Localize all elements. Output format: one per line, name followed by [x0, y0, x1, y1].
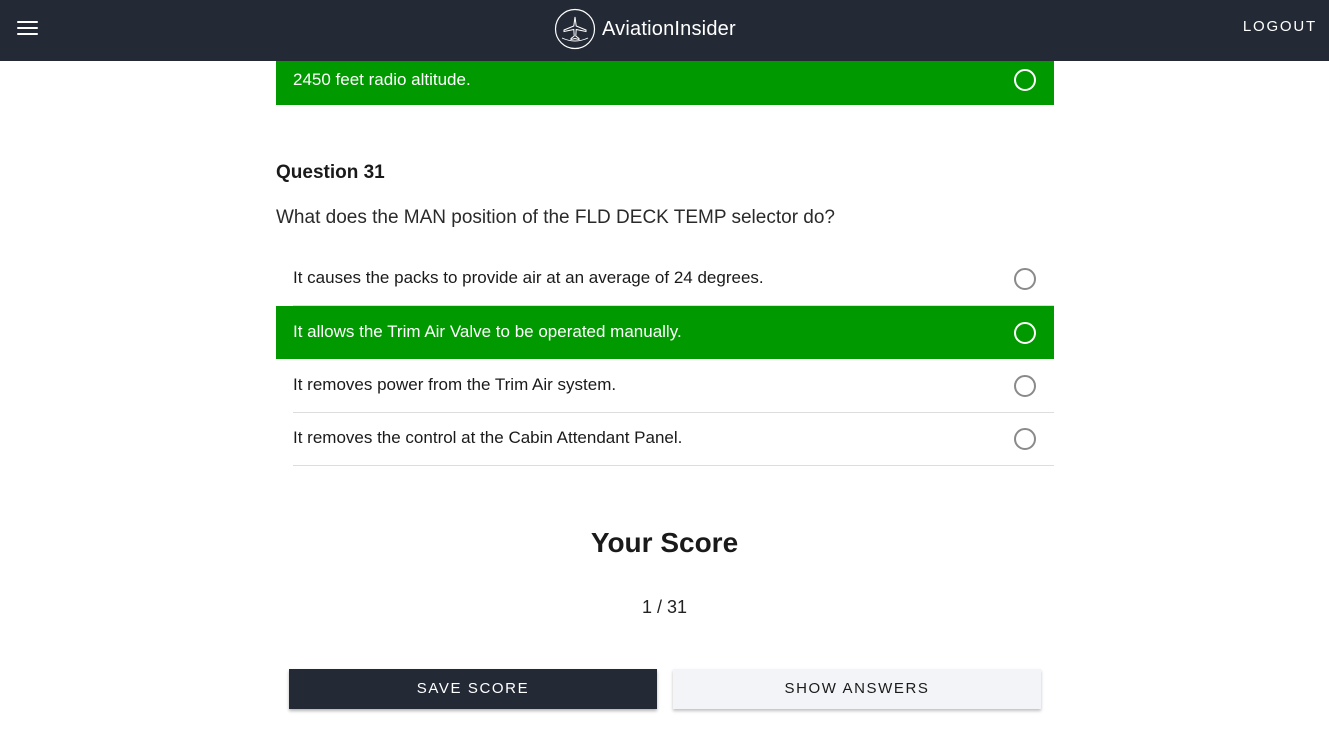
brand-logo[interactable]: AviationInsider: [554, 8, 736, 50]
question-title: Question 31: [276, 162, 385, 183]
option-label: It causes the packs to provide air at an…: [293, 268, 764, 287]
radio-icon: [1014, 375, 1036, 397]
answer-option[interactable]: It removes the control at the Cabin Atte…: [293, 412, 1054, 466]
score-title: Your Score: [590, 527, 739, 558]
answer-option[interactable]: It removes power from the Trim Air syste…: [293, 359, 1054, 413]
question-text: What does the MAN position of the FLD DE…: [276, 207, 835, 228]
logout-button[interactable]: LOGOUT: [1243, 18, 1317, 35]
radio-icon: [1014, 322, 1036, 344]
radio-icon: [1014, 268, 1036, 290]
score-value: 1 / 31: [641, 597, 688, 617]
radio-icon: [1014, 428, 1036, 450]
option-label: It allows the Trim Air Valve to be opera…: [293, 322, 682, 341]
option-label: It removes the control at the Cabin Atte…: [293, 428, 683, 447]
show-answers-button[interactable]: SHOW ANSWERS: [673, 669, 1041, 709]
hamburger-menu-icon[interactable]: [17, 19, 38, 37]
answer-option-selected[interactable]: It allows the Trim Air Valve to be opera…: [276, 306, 1054, 359]
answer-option[interactable]: It causes the packs to provide air at an…: [293, 252, 1054, 306]
brand-name: AviationInsider: [602, 17, 736, 40]
top-navigation-bar: AviationInsider LOGOUT: [0, 0, 1329, 61]
option-label: 2450 feet radio altitude.: [293, 70, 471, 89]
airplane-logo-icon: [554, 8, 596, 50]
save-score-button[interactable]: SAVE SCORE: [289, 669, 657, 709]
option-label: It removes power from the Trim Air syste…: [293, 375, 617, 394]
previous-question-selected-option[interactable]: 2450 feet radio altitude.: [276, 61, 1054, 105]
radio-icon: [1014, 69, 1036, 91]
